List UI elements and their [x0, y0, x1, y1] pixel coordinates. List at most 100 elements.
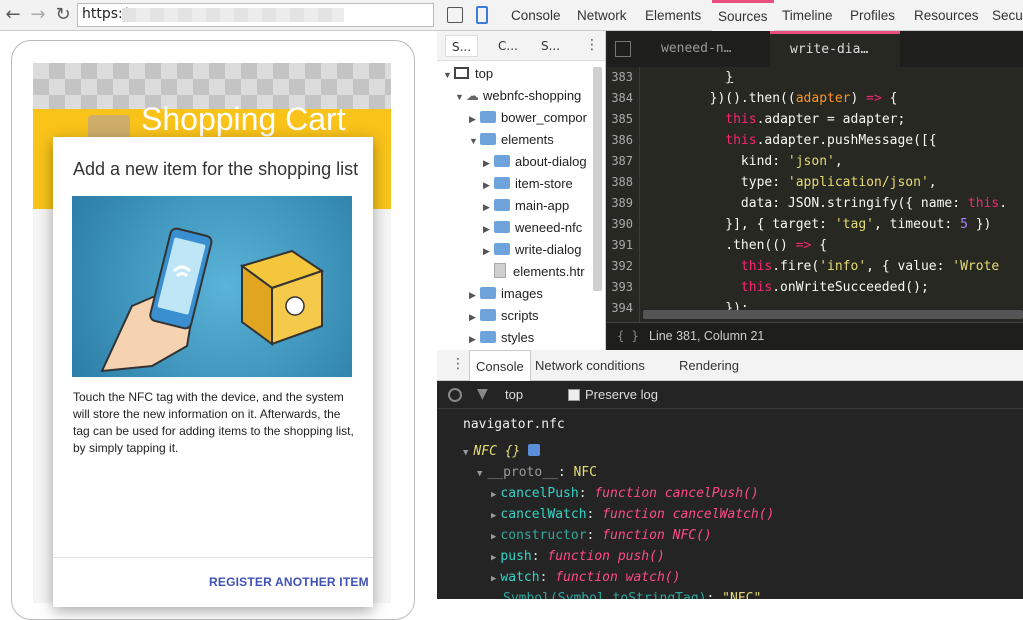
- console-output: navigator.nfc ▼ NFC {} ▼ __proto__: NFC ▶ c…: [437, 409, 1023, 599]
- code-line: }], { target: 'tag', timeout: 5 }): [647, 217, 992, 232]
- drawer-tabbar: ⋮ Console Network conditions Rendering: [437, 350, 1023, 381]
- tree-item-file[interactable]: elements.htr: [439, 261, 591, 283]
- line-number: 391: [611, 238, 633, 252]
- clear-console-icon[interactable]: [448, 388, 462, 402]
- tree-item-folder[interactable]: ▶ weneed-nfc: [439, 217, 591, 239]
- url-text: https:/: [82, 6, 128, 22]
- tab-security[interactable]: Secur: [992, 0, 1023, 31]
- tree-item-top[interactable]: ▼ top: [439, 63, 591, 85]
- console-prop[interactable]: ▶ watch: function watch(): [437, 567, 1023, 588]
- line-gutter: 383 384 385 386 387 388 389 390 391 392 …: [607, 67, 640, 322]
- preserve-log-label: Preserve log: [585, 387, 658, 402]
- folder-icon: [494, 199, 510, 211]
- tab-timeline[interactable]: Timeline: [782, 0, 833, 31]
- line-number: 392: [611, 259, 633, 273]
- tree-item-folder[interactable]: ▶ scripts: [439, 305, 591, 327]
- frame-icon: [454, 67, 469, 79]
- cursor-position: Line 381, Column 21: [649, 329, 765, 343]
- line-number: 390: [611, 217, 633, 231]
- folder-icon: [480, 287, 496, 299]
- devtools-tabbar: Console Network Elements Sources Timelin…: [437, 0, 1023, 31]
- drawer-menu-icon[interactable]: ⋮: [451, 356, 465, 372]
- console-toolbar: ▼ top Preserve log: [437, 381, 1023, 409]
- editor-tab-weneed-nfc[interactable]: weneed-n…: [641, 31, 751, 67]
- tab-elements[interactable]: Elements: [645, 0, 701, 31]
- toggle-navigator-icon[interactable]: [615, 41, 631, 57]
- folder-icon: [480, 331, 496, 343]
- editor-status-bar: { } Line 381, Column 21: [607, 322, 1023, 350]
- line-number: 386: [611, 133, 633, 147]
- tree-item-folder[interactable]: ▶ styles: [439, 327, 591, 349]
- more-options-icon[interactable]: ⋮: [585, 37, 599, 53]
- write-dialog: Add a new item for the shopping list Tou…: [53, 137, 373, 607]
- dialog-title: Add a new item for the shopping list: [73, 159, 359, 179]
- dialog-divider: [53, 557, 373, 558]
- console-input-line: navigator.nfc: [463, 417, 565, 432]
- line-number: 394: [611, 301, 633, 315]
- tree-item-folder[interactable]: ▶ item-store: [439, 173, 591, 195]
- line-number: 383: [611, 70, 633, 84]
- tree-item-folder[interactable]: ▶ about-dialog: [439, 151, 591, 173]
- register-another-item-button[interactable]: REGISTER ANOTHER ITEM: [209, 575, 369, 589]
- tab-snippets[interactable]: S...: [535, 35, 566, 57]
- tab-sources[interactable]: Sources: [712, 0, 774, 31]
- console-proto[interactable]: ▼ __proto__: NFC: [437, 462, 1023, 483]
- tab-console[interactable]: Console: [511, 0, 561, 31]
- line-number: 387: [611, 154, 633, 168]
- nfc-illustration: [72, 196, 352, 377]
- tab-sources-nav[interactable]: S...: [445, 35, 479, 57]
- code-line: this.adapter = adapter;: [725, 112, 906, 127]
- tree-item-folder[interactable]: ▼ elements: [439, 129, 591, 151]
- sources-navigator: S... C... S... ⋮ ▼ top ▼ ☁ webnfc-shopping …: [437, 31, 606, 350]
- context-select[interactable]: top: [505, 387, 523, 402]
- reload-icon[interactable]: ↻: [52, 4, 74, 26]
- tab-resources[interactable]: Resources: [914, 0, 979, 31]
- folder-icon: [494, 243, 510, 255]
- tree-item-folder[interactable]: ▶ main-app: [439, 195, 591, 217]
- console-prop[interactable]: ▶ cancelPush: function cancelPush(): [437, 483, 1023, 504]
- line-number: 388: [611, 175, 633, 189]
- tree-item-domain[interactable]: ▼ ☁ webnfc-shopping: [439, 85, 591, 107]
- code-lines[interactable]: } })().then((adapter) => { this.adapter …: [647, 67, 1023, 322]
- navigator-tabs: S... C... S... ⋮: [437, 31, 605, 61]
- code-line: }: [725, 70, 734, 85]
- code-line: kind: 'json',: [647, 154, 843, 169]
- code-line: this.fire('info', { value: 'Wrote: [740, 259, 1000, 274]
- console-prop[interactable]: ▶ push: function push(): [437, 546, 1023, 567]
- inspect-icon[interactable]: [447, 7, 463, 23]
- folder-icon: [494, 221, 510, 233]
- folder-icon: [480, 309, 496, 321]
- navigator-scrollbar[interactable]: [593, 67, 602, 291]
- nfc-tap-image: [100, 227, 325, 373]
- editor-tab-write-dialog[interactable]: write-dia…: [770, 31, 900, 67]
- console-object[interactable]: ▼ NFC {}: [437, 441, 1023, 462]
- preserve-log-checkbox[interactable]: [568, 389, 580, 401]
- drawer-tab-console[interactable]: Console: [469, 350, 531, 381]
- code-line: .then(() => {: [647, 238, 828, 253]
- console-prop[interactable]: Symbol(Symbol.toStringTag): "NFC": [437, 588, 1023, 599]
- drawer-tab-rendering[interactable]: Rendering: [679, 350, 739, 381]
- console-prop[interactable]: ▶ cancelWatch: function cancelWatch(): [437, 504, 1023, 525]
- browser-toolbar: ← → ↻ https:/: [0, 0, 437, 31]
- editor-horizontal-scrollbar[interactable]: [643, 310, 1023, 319]
- forward-icon[interactable]: →: [27, 4, 49, 26]
- folder-icon: [480, 111, 496, 123]
- line-number: 384: [611, 91, 633, 105]
- cloud-icon: ☁: [466, 88, 479, 103]
- code-line: })().then((adapter) => {: [647, 91, 898, 106]
- drawer-tab-network-conditions[interactable]: Network conditions: [535, 350, 645, 381]
- tab-content-scripts[interactable]: C...: [492, 35, 524, 57]
- code-line: type: 'application/json',: [647, 175, 937, 190]
- tree-item-folder[interactable]: ▶ images: [439, 283, 591, 305]
- filter-icon[interactable]: ▼: [477, 386, 488, 402]
- tree-item-folder[interactable]: ▶ bower_compor: [439, 107, 591, 129]
- console-prop[interactable]: ▶ constructor: function NFC(): [437, 525, 1023, 546]
- tree-item-folder[interactable]: ▶ write-dialog: [439, 239, 591, 261]
- back-icon[interactable]: ←: [2, 4, 24, 26]
- pretty-print-icon[interactable]: { }: [617, 329, 639, 343]
- line-number: 385: [611, 112, 633, 126]
- file-icon: [494, 263, 506, 278]
- device-mode-icon[interactable]: [476, 6, 488, 24]
- tab-network[interactable]: Network: [577, 0, 627, 31]
- tab-profiles[interactable]: Profiles: [850, 0, 895, 31]
